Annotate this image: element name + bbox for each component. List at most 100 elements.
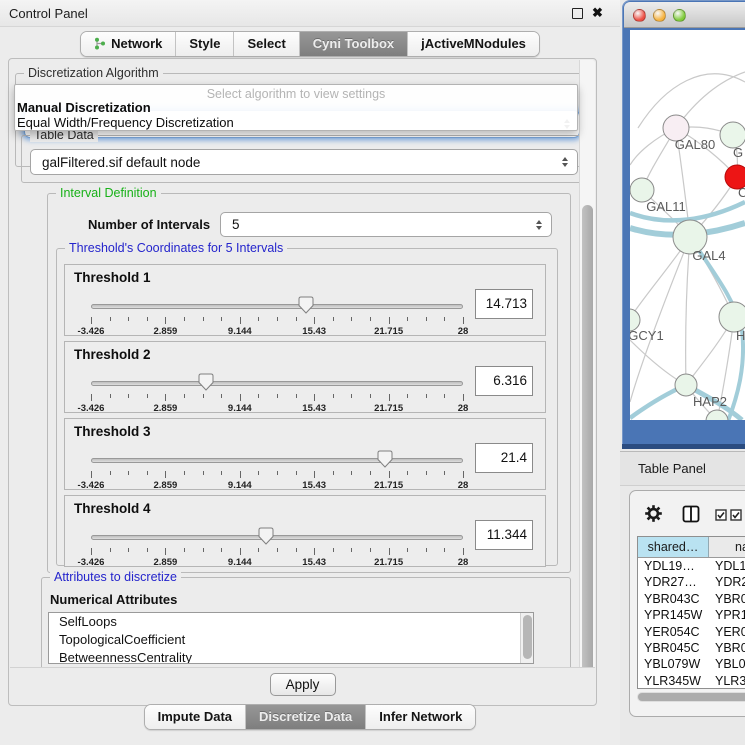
table-row-ybr043c[interactable]: YBR043CYBR043C	[638, 591, 745, 607]
tab-label: Select	[247, 36, 285, 51]
algorithm-dropdown-popup: Select algorithm to view settings Manual…	[14, 84, 578, 131]
tab-jactivemnodules[interactable]: jActiveMNodules	[407, 32, 539, 56]
scrollbar-thumb[interactable]	[582, 205, 593, 692]
cell-shared-name[interactable]: YBR045C	[638, 640, 709, 656]
cell-name[interactable]: YDR27…	[709, 574, 745, 590]
slider-track[interactable]	[91, 381, 463, 386]
cell-name[interactable]: YBL079W	[709, 656, 745, 672]
tick-label: 15.43	[302, 326, 326, 337]
column-header-shared-name[interactable]: shared…	[638, 537, 709, 557]
checkbox-checked-icon[interactable]	[715, 508, 727, 526]
network-edge[interactable]	[686, 237, 690, 385]
list-scrollbar[interactable]	[520, 613, 533, 663]
cell-shared-name[interactable]: YPR145W	[638, 607, 709, 623]
tick-label: 21.715	[374, 480, 403, 491]
tab-infer-network[interactable]: Infer Network	[365, 705, 475, 729]
threshold-value-field[interactable]: 11.344	[475, 520, 533, 550]
slider-ticks	[91, 548, 463, 557]
table-row-ydr27[interactable]: YDR27…YDR27…	[638, 574, 745, 590]
threshold-slider[interactable]: -3.4262.8599.14415.4321.71528	[91, 372, 463, 412]
network-graph[interactable]: GAL80GCGAL11GAL4HGCY1HAP2	[630, 30, 745, 420]
tab-label: Style	[189, 36, 220, 51]
cell-name[interactable]: YDL19…	[709, 558, 745, 574]
num-intervals-combobox[interactable]: 5	[220, 212, 552, 237]
attributes-group: Attributes to discretize Numerical Attri…	[41, 577, 571, 673]
cell-shared-name[interactable]: YER054C	[638, 624, 709, 640]
table-data-combobox[interactable]: galFiltered.sif default node	[30, 149, 578, 175]
tab-select[interactable]: Select	[233, 32, 298, 56]
numerical-attributes-label: Numerical Attributes	[50, 592, 177, 607]
group-title: Discretization Algorithm	[24, 66, 163, 80]
cell-name[interactable]: YER054C	[709, 624, 745, 640]
split-columns-icon[interactable]	[682, 505, 700, 528]
scrollbar-thumb[interactable]	[638, 693, 745, 701]
cell-shared-name[interactable]: YBL079W	[638, 656, 709, 672]
tick-label: 2.859	[154, 403, 178, 414]
tab-discretize-data[interactable]: Discretize Data	[245, 705, 365, 729]
tick-label: 2.859	[154, 326, 178, 337]
table-panel-titlebar: Table Panel	[620, 451, 745, 486]
table-horizontal-scrollbar[interactable]	[637, 692, 745, 702]
table-row-ylr345w[interactable]: YLR345WYLR345W	[638, 673, 745, 689]
attribute-item-selfloops[interactable]: SelfLoops	[49, 613, 533, 631]
checkbox-checked-icon[interactable]	[730, 508, 742, 526]
cell-name[interactable]: YPR145W	[709, 607, 745, 623]
cell-shared-name[interactable]: YLR345W	[638, 673, 709, 689]
slider-track[interactable]	[91, 535, 463, 540]
table-row-ybl079w[interactable]: YBL079WYBL079W	[638, 656, 745, 672]
attribute-item-topologicalcoefficient[interactable]: TopologicalCoefficient	[49, 631, 533, 649]
threshold-slider[interactable]: -3.4262.8599.14415.4321.71528	[91, 449, 463, 489]
mac-minimize-button[interactable]	[653, 9, 666, 22]
threshold-value-field[interactable]: 14.713	[475, 289, 533, 319]
gear-icon[interactable]	[644, 504, 663, 528]
cell-shared-name[interactable]: YDL19…	[638, 558, 709, 574]
network-node[interactable]	[706, 410, 728, 420]
tab-network[interactable]: Network	[81, 32, 175, 56]
table-row-ypr145w[interactable]: YPR145WYPR145W	[638, 607, 745, 623]
tick-label: 28	[458, 557, 469, 568]
threshold-panel-1: Threshold 1-3.4262.8599.14415.4321.71528…	[64, 264, 546, 336]
control-panel-titlebar: Control Panel ✖	[0, 0, 620, 27]
node-label-h: H	[736, 328, 745, 343]
tab-impute-data[interactable]: Impute Data	[145, 705, 245, 729]
popup-item-manual-discretization[interactable]: Manual Discretization	[15, 100, 577, 115]
numerical-attributes-list[interactable]: SelfLoopsTopologicalCoefficientBetweenne…	[48, 612, 534, 664]
slider-handle[interactable]	[377, 450, 393, 468]
table-row-yer054c[interactable]: YER054CYER054C	[638, 624, 745, 640]
slider-handle[interactable]	[298, 296, 314, 314]
attribute-item-betweennesscentrality[interactable]: BetweennessCentrality	[49, 649, 533, 664]
mac-close-button[interactable]	[633, 9, 646, 22]
threshold-value-field[interactable]: 6.316	[475, 366, 533, 396]
table-row-ybr045c[interactable]: YBR045CYBR045C	[638, 640, 745, 656]
network-canvas[interactable]: GAL80GCGAL11GAL4HGCY1HAP2	[630, 30, 745, 420]
slider-handle[interactable]	[258, 527, 274, 545]
cell-shared-name[interactable]: YBR043C	[638, 591, 709, 607]
slider-track[interactable]	[91, 458, 463, 463]
slider-tick-labels: -3.4262.8599.14415.4321.71528	[91, 480, 463, 491]
cell-shared-name[interactable]: YDR27…	[638, 574, 709, 590]
column-header-name[interactable]: name	[709, 537, 745, 557]
slider-handle[interactable]	[198, 373, 214, 391]
cell-name[interactable]: YLR345W	[709, 673, 745, 689]
cell-name[interactable]: YBR043C	[709, 591, 745, 607]
tick-label: 9.144	[228, 557, 252, 568]
float-window-icon[interactable]	[572, 8, 583, 19]
node-attribute-table[interactable]: shared… name YDL19…YDL19…YDR27…YDR27…YBR…	[637, 536, 745, 689]
panel-vertical-scrollbar[interactable]	[579, 60, 595, 704]
slider-track[interactable]	[91, 304, 463, 309]
slider-ticks	[91, 394, 463, 403]
apply-button[interactable]: Apply	[270, 673, 336, 696]
network-node-hap2[interactable]	[675, 374, 697, 396]
mac-zoom-button[interactable]	[673, 9, 686, 22]
network-edge[interactable]	[638, 74, 745, 128]
popup-item-equal-width-frequency[interactable]: Equal Width/Frequency Discretization	[15, 115, 577, 130]
threshold-value-field[interactable]: 21.4	[475, 443, 533, 473]
close-icon[interactable]: ✖	[592, 5, 603, 21]
threshold-slider[interactable]: -3.4262.8599.14415.4321.71528	[91, 295, 463, 335]
cell-name[interactable]: YBR045C	[709, 640, 745, 656]
tab-cyni-toolbox[interactable]: Cyni Toolbox	[299, 32, 407, 56]
table-row-ydl19[interactable]: YDL19…YDL19…	[638, 558, 745, 574]
tab-style[interactable]: Style	[175, 32, 233, 56]
threshold-slider[interactable]: -3.4262.8599.14415.4321.71528	[91, 526, 463, 566]
network-window-titlebar[interactable]	[624, 2, 745, 28]
